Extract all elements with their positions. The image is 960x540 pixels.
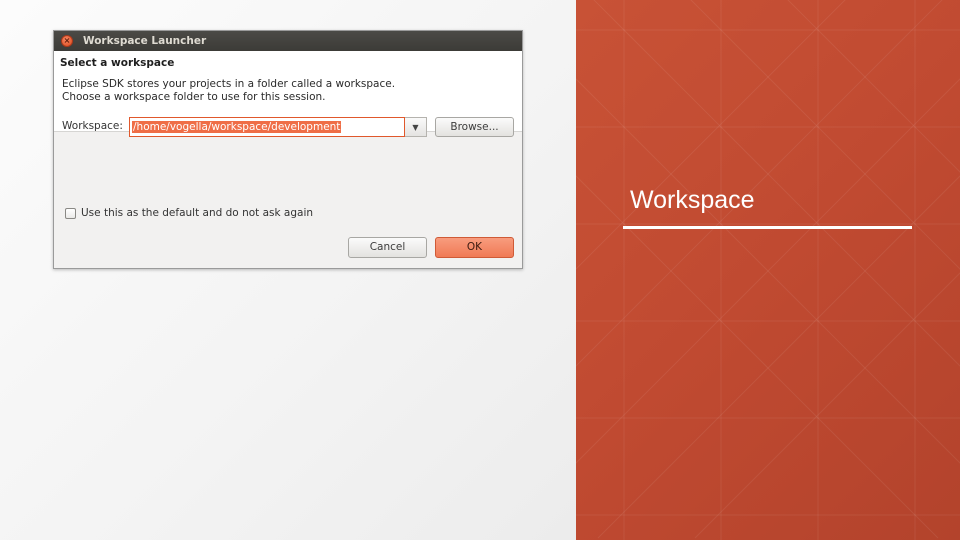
browse-button[interactable]: Browse... bbox=[435, 117, 514, 137]
banner-description-line1: Eclipse SDK stores your projects in a fo… bbox=[62, 78, 396, 90]
banner-description-line2: Choose a workspace folder to use for thi… bbox=[62, 91, 326, 103]
workspace-combo[interactable]: /home/vogella/workspace/development ▼ bbox=[129, 117, 427, 137]
chevron-down-icon[interactable]: ▼ bbox=[405, 117, 427, 137]
window-title: Workspace Launcher bbox=[83, 35, 207, 47]
cancel-button[interactable]: Cancel bbox=[348, 237, 427, 258]
ok-button[interactable]: OK bbox=[435, 237, 514, 258]
title-underline bbox=[623, 226, 912, 229]
workspace-path-selection: /home/vogella/workspace/development bbox=[132, 121, 342, 133]
slide-title: Workspace bbox=[630, 186, 755, 214]
slide-accent-panel bbox=[576, 0, 960, 540]
dialog-titlebar[interactable]: × Workspace Launcher bbox=[54, 31, 522, 51]
workspace-path-input[interactable]: /home/vogella/workspace/development bbox=[129, 117, 405, 137]
default-checkbox-row[interactable]: Use this as the default and do not ask a… bbox=[65, 207, 313, 219]
default-checkbox[interactable] bbox=[65, 207, 76, 219]
panel-pattern bbox=[576, 0, 960, 540]
default-checkbox-label[interactable]: Use this as the default and do not ask a… bbox=[81, 207, 313, 219]
close-icon[interactable]: × bbox=[61, 35, 73, 47]
banner-heading: Select a workspace bbox=[60, 57, 175, 69]
workspace-label: Workspace: bbox=[62, 120, 123, 132]
workspace-launcher-dialog: × Workspace Launcher Select a workspace … bbox=[53, 30, 523, 269]
